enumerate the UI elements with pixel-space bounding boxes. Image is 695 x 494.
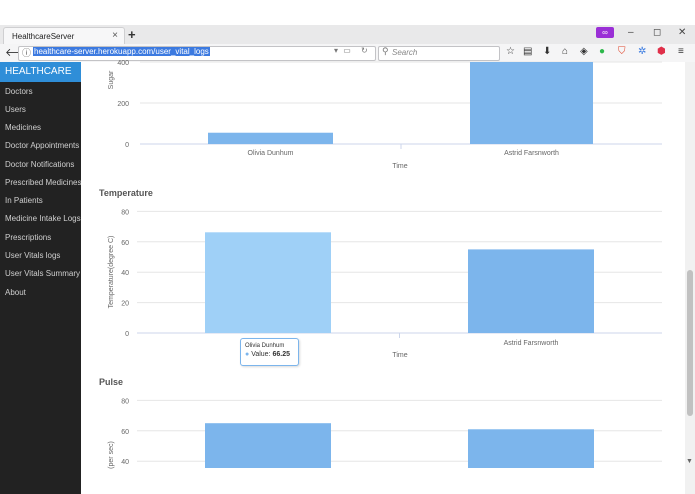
charts-canvas: 0200400Olivia Dunhum Astrid FarsnworthTim… xyxy=(108,60,662,469)
y-tick-label: 400 xyxy=(117,60,129,67)
y-axis-title: Sugar xyxy=(108,70,115,89)
tooltip-name: Olivia Dunhum xyxy=(245,343,285,349)
chart-bar xyxy=(470,62,593,144)
category-label: Astrid Farsnworth xyxy=(504,150,559,157)
scrollbar-thumb[interactable] xyxy=(687,270,693,416)
y-tick-label: 200 xyxy=(117,101,129,108)
chart-tooltip: Olivia Dunhum ● Value: 66.25 xyxy=(240,338,299,366)
y-axis-title: Temperature(degree C) xyxy=(108,236,115,309)
chart-bar xyxy=(468,429,594,468)
y-tick-label: 60 xyxy=(121,240,129,247)
category-label: Astrid Farsnworth xyxy=(504,340,559,347)
chart-bar xyxy=(205,423,331,468)
x-axis-title: Time xyxy=(392,163,407,170)
tooltip-dot-icon: ● xyxy=(245,351,250,358)
y-tick-label: 80 xyxy=(121,398,129,405)
y-tick-label: 0 xyxy=(125,331,129,338)
y-tick-label: 80 xyxy=(121,209,129,216)
y-tick-label: 20 xyxy=(121,301,129,308)
y-axis-title: (per sec) xyxy=(108,441,115,469)
y-tick-label: 0 xyxy=(125,142,129,149)
tooltip-value-row: ● Value: 66.25 xyxy=(245,351,290,358)
category-label: Olivia Dunhum xyxy=(248,150,294,157)
chart-bar xyxy=(205,232,331,333)
y-tick-label: 40 xyxy=(121,459,129,466)
x-axis-title: Time xyxy=(392,352,407,359)
chart-bar xyxy=(208,132,333,144)
scroll-down-arrow-icon[interactable]: ▼ xyxy=(686,458,693,465)
y-tick-label: 60 xyxy=(121,429,129,436)
tooltip-value: 66.25 xyxy=(272,351,291,358)
y-tick-label: 40 xyxy=(121,270,129,277)
tooltip-label: Value: xyxy=(251,351,271,358)
chart-bar xyxy=(468,249,594,333)
